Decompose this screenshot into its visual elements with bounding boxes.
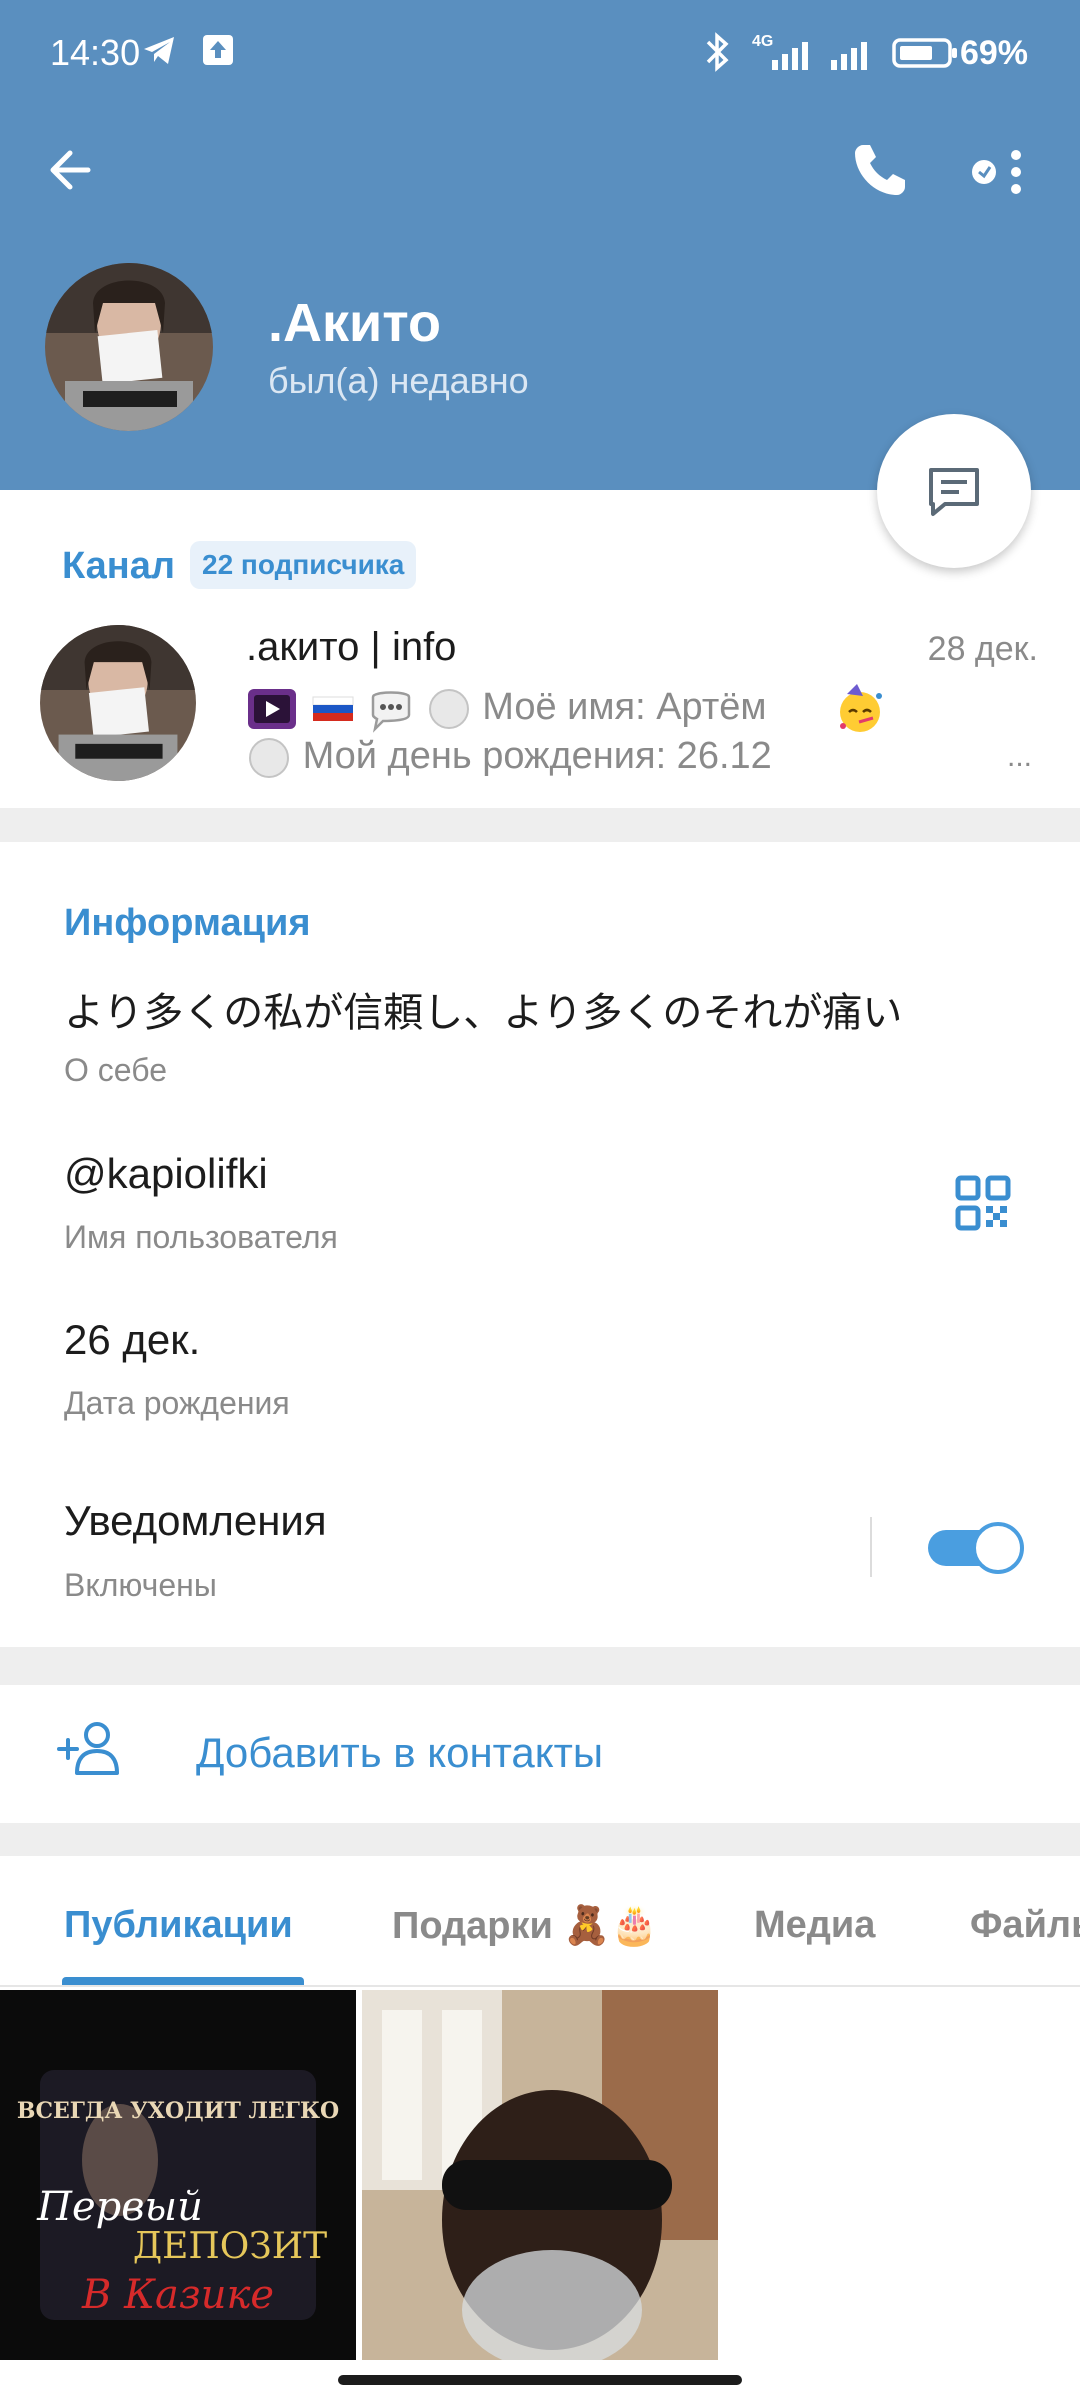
notifications-toggle[interactable] [928,1522,1024,1574]
profile-avatar[interactable] [45,263,213,431]
shared-media-section: Публикации Подарки 🧸🎂 Медиа Файлы ВСЕГДА… [0,1856,1080,2400]
tab-files[interactable]: Файлы [970,1904,1080,1947]
channel-last-post-date: 28 дек. [927,630,1038,668]
white-circle-icon [428,689,469,729]
signal-strength-icon-2 [831,42,867,70]
signal-strength-icon-1 [772,42,808,70]
notifications-status: Включены [64,1567,217,1603]
chat-bubble-icon [929,468,979,516]
add-contact-label: Добавить в контакты [196,1729,604,1776]
tab-publications[interactable]: Публикации [64,1904,293,1947]
active-tab-indicator [62,1977,304,1985]
profile-name: .Акито [268,293,441,353]
qr-code-icon[interactable] [955,1175,1011,1231]
media-caption-bottom: В Казике [81,2272,274,2318]
media-thumbnail-1[interactable]: ВСЕГДА УХОДИТ ЛЕГКО Первый ДЕПОЗИТ В Каз… [0,1990,356,2360]
tab-media[interactable]: Медиа [754,1904,875,1947]
notifications-title[interactable]: Уведомления [64,1497,327,1545]
media-caption-top: ВСЕГДА УХОДИТ ЛЕГКО [17,2098,339,2124]
username-label: Имя пользователя [64,1219,338,1255]
home-indicator[interactable] [338,2375,742,2385]
channel-preview-ellipsis: ... [1006,740,1032,773]
status-bar: 14:30 4G 69% [0,0,1080,110]
message-button[interactable] [877,414,1031,568]
phone-call-icon[interactable] [845,135,915,205]
toggle-knob [972,1522,1024,1574]
media-caption-mid: Первый [36,2184,203,2230]
more-options-icon[interactable] [960,135,1040,205]
video-emoji-icon [248,689,296,729]
username-text[interactable]: @kapiolifki [64,1150,268,1198]
add-contact-row[interactable]: Добавить в контакты [0,1685,1080,1823]
last-seen-status: был(а) недавно [268,360,529,401]
channel-avatar [40,625,196,781]
subscribers-badge: 22 подписчика [190,541,417,589]
media-caption-mid2: ДЕПОЗИТ [133,2226,327,2267]
channel-preview-line-2: Мой день рождения: 26.12 [246,735,772,781]
bluetooth-icon [706,32,729,72]
divider [870,1517,872,1577]
battery-icon [892,38,957,68]
party-face-emoji-icon [840,684,883,732]
upload-notification-icon [203,35,233,65]
channel-section-label: Канал [62,545,176,587]
telegram-icon [144,37,174,64]
bio-label: О себе [64,1052,167,1088]
channel-name: .акито | info [246,625,457,669]
status-time: 14:30 [50,32,141,73]
media-thumbnail-2[interactable] [362,1990,718,2360]
birthday-label: Дата рождения [64,1385,290,1421]
channel-preview-text-2: Мой день рождения: 26.12 [302,735,772,778]
tabs-divider [0,1985,1080,1987]
info-section-title: Информация [64,902,311,944]
tab-gifts[interactable]: Подарки 🧸🎂 [392,1904,658,1948]
birthday-text[interactable]: 26 дек. [64,1316,200,1364]
russia-flag-icon [312,696,354,721]
profile-header: 14:30 4G 69% .Акито был(а) недавно [0,0,1080,490]
channel-preview-line-1: Моё имя: Артём [246,682,887,736]
back-arrow-icon[interactable] [40,135,110,205]
battery-percent: 69% [959,34,1028,72]
add-user-icon [57,1722,119,1775]
bio-text[interactable]: より多くの私が信頼し、より多くのそれが痛い [64,980,902,1038]
speech-bubble-icon [371,691,411,733]
info-card: Информация より多くの私が信頼し、より多くのそれが痛い О себе … [0,842,1080,1647]
white-circle-icon [249,738,289,778]
channel-preview-text-1: Моё имя: Артём [482,686,767,729]
